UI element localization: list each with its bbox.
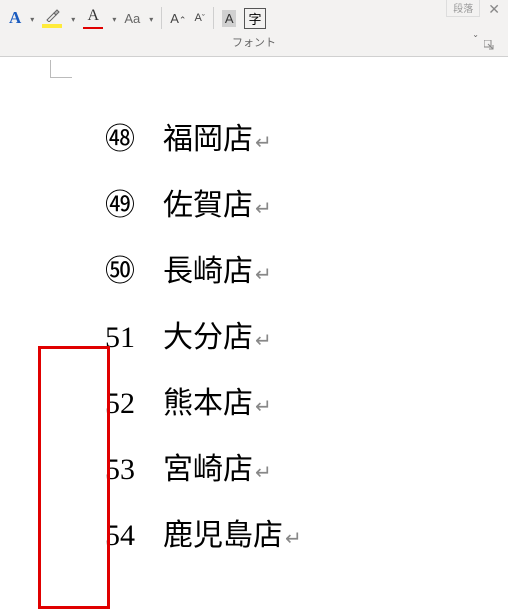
highlighter-dropdown[interactable]: ▾: [67, 6, 78, 30]
list-text: 長崎店: [163, 239, 253, 305]
highlighter-icon: [44, 9, 60, 22]
grow-font-button[interactable]: A⌃: [167, 6, 189, 30]
font-color-button[interactable]: A: [80, 6, 106, 30]
list-item[interactable]: ㊽ 福岡店 ↵: [80, 107, 508, 173]
list-number: ㊽: [80, 107, 135, 173]
paragraph-mark-icon: ↵: [255, 385, 272, 429]
highlight-color-swatch: [42, 24, 62, 28]
numbered-list: ㊽ 福岡店 ↵ ㊾ 佐賀店 ↵ ㊿ 長崎店 ↵ 51 大分店 ↵ 52 熊本店 …: [80, 107, 508, 569]
chevron-down-icon: ▾: [71, 15, 75, 24]
char-border-button[interactable]: 字: [241, 6, 268, 30]
font-color-swatch: [83, 27, 103, 29]
list-item[interactable]: 52 熊本店 ↵: [80, 371, 508, 437]
divider: [161, 7, 162, 29]
chevron-down-icon: ▾: [149, 15, 153, 24]
font-color-dropdown[interactable]: ▾: [108, 6, 119, 30]
font-style-button[interactable]: A: [6, 6, 24, 30]
list-item[interactable]: 54 鹿児島店 ↵: [80, 503, 508, 569]
ribbon-group-label-row: フォント: [6, 32, 502, 54]
chevron-down-icon: ▾: [30, 15, 34, 24]
paragraph-group-label: 段落: [446, 0, 480, 17]
char-shading-button[interactable]: A: [219, 6, 240, 30]
list-text: 佐賀店: [163, 173, 253, 239]
paragraph-mark-icon: ↵: [255, 121, 272, 165]
char-shading-icon: A: [222, 10, 237, 27]
list-number: 51: [80, 305, 135, 371]
list-item[interactable]: ㊿ 長崎店 ↵: [80, 239, 508, 305]
paragraph-mark-icon: ↵: [285, 517, 302, 561]
dialog-launcher-icon: [484, 40, 494, 50]
grow-font-icon: A⌃: [170, 11, 186, 26]
list-text: 宮崎店: [163, 437, 253, 503]
paragraph-mark-icon: ↵: [255, 451, 272, 495]
shrink-font-button[interactable]: Aˇ: [191, 6, 207, 30]
list-text: 福岡店: [163, 107, 253, 173]
char-border-icon: 字: [244, 8, 265, 29]
paragraph-mark-icon: ↵: [255, 319, 272, 363]
divider: [213, 7, 214, 29]
list-number: 53: [80, 437, 135, 503]
font-style-dropdown[interactable]: ▾: [26, 6, 37, 30]
list-text: 熊本店: [163, 371, 253, 437]
list-item[interactable]: 53 宮崎店 ↵: [80, 437, 508, 503]
font-color-icon: A: [88, 7, 100, 25]
list-number: 54: [80, 503, 135, 569]
paragraph-mark-icon: ↵: [255, 253, 272, 297]
chevron-down-icon: ▾: [112, 15, 116, 24]
font-style-icon: A: [9, 8, 21, 28]
paragraph-mark-icon: ↵: [255, 187, 272, 231]
change-case-dropdown[interactable]: ▾: [145, 6, 156, 30]
shrink-font-icon: Aˇ: [194, 12, 204, 24]
ribbon-controls-row: A ▾ ▾ A ▾ Aa ▾: [6, 4, 502, 32]
highlighter-button[interactable]: [39, 6, 65, 30]
document-area[interactable]: ㊽ 福岡店 ↵ ㊾ 佐賀店 ↵ ㊿ 長崎店 ↵ 51 大分店 ↵ 52 熊本店 …: [0, 57, 508, 569]
close-icon[interactable]: ✕: [484, 0, 504, 19]
list-number: ㊾: [80, 173, 135, 239]
list-text: 大分店: [163, 305, 253, 371]
list-text: 鹿児島店: [163, 503, 283, 569]
font-group-label: フォント: [232, 34, 276, 50]
ribbon-font-group: A ▾ ▾ A ▾ Aa ▾: [0, 0, 508, 57]
list-number: ㊿: [80, 239, 135, 305]
list-item[interactable]: 51 大分店 ↵: [80, 305, 508, 371]
list-number: 52: [80, 371, 135, 437]
dialog-launcher-button[interactable]: [482, 38, 496, 52]
change-case-icon: Aa: [124, 11, 140, 26]
cursor-indicator: [50, 60, 72, 78]
change-case-button[interactable]: Aa: [121, 6, 143, 30]
list-item[interactable]: ㊾ 佐賀店 ↵: [80, 173, 508, 239]
